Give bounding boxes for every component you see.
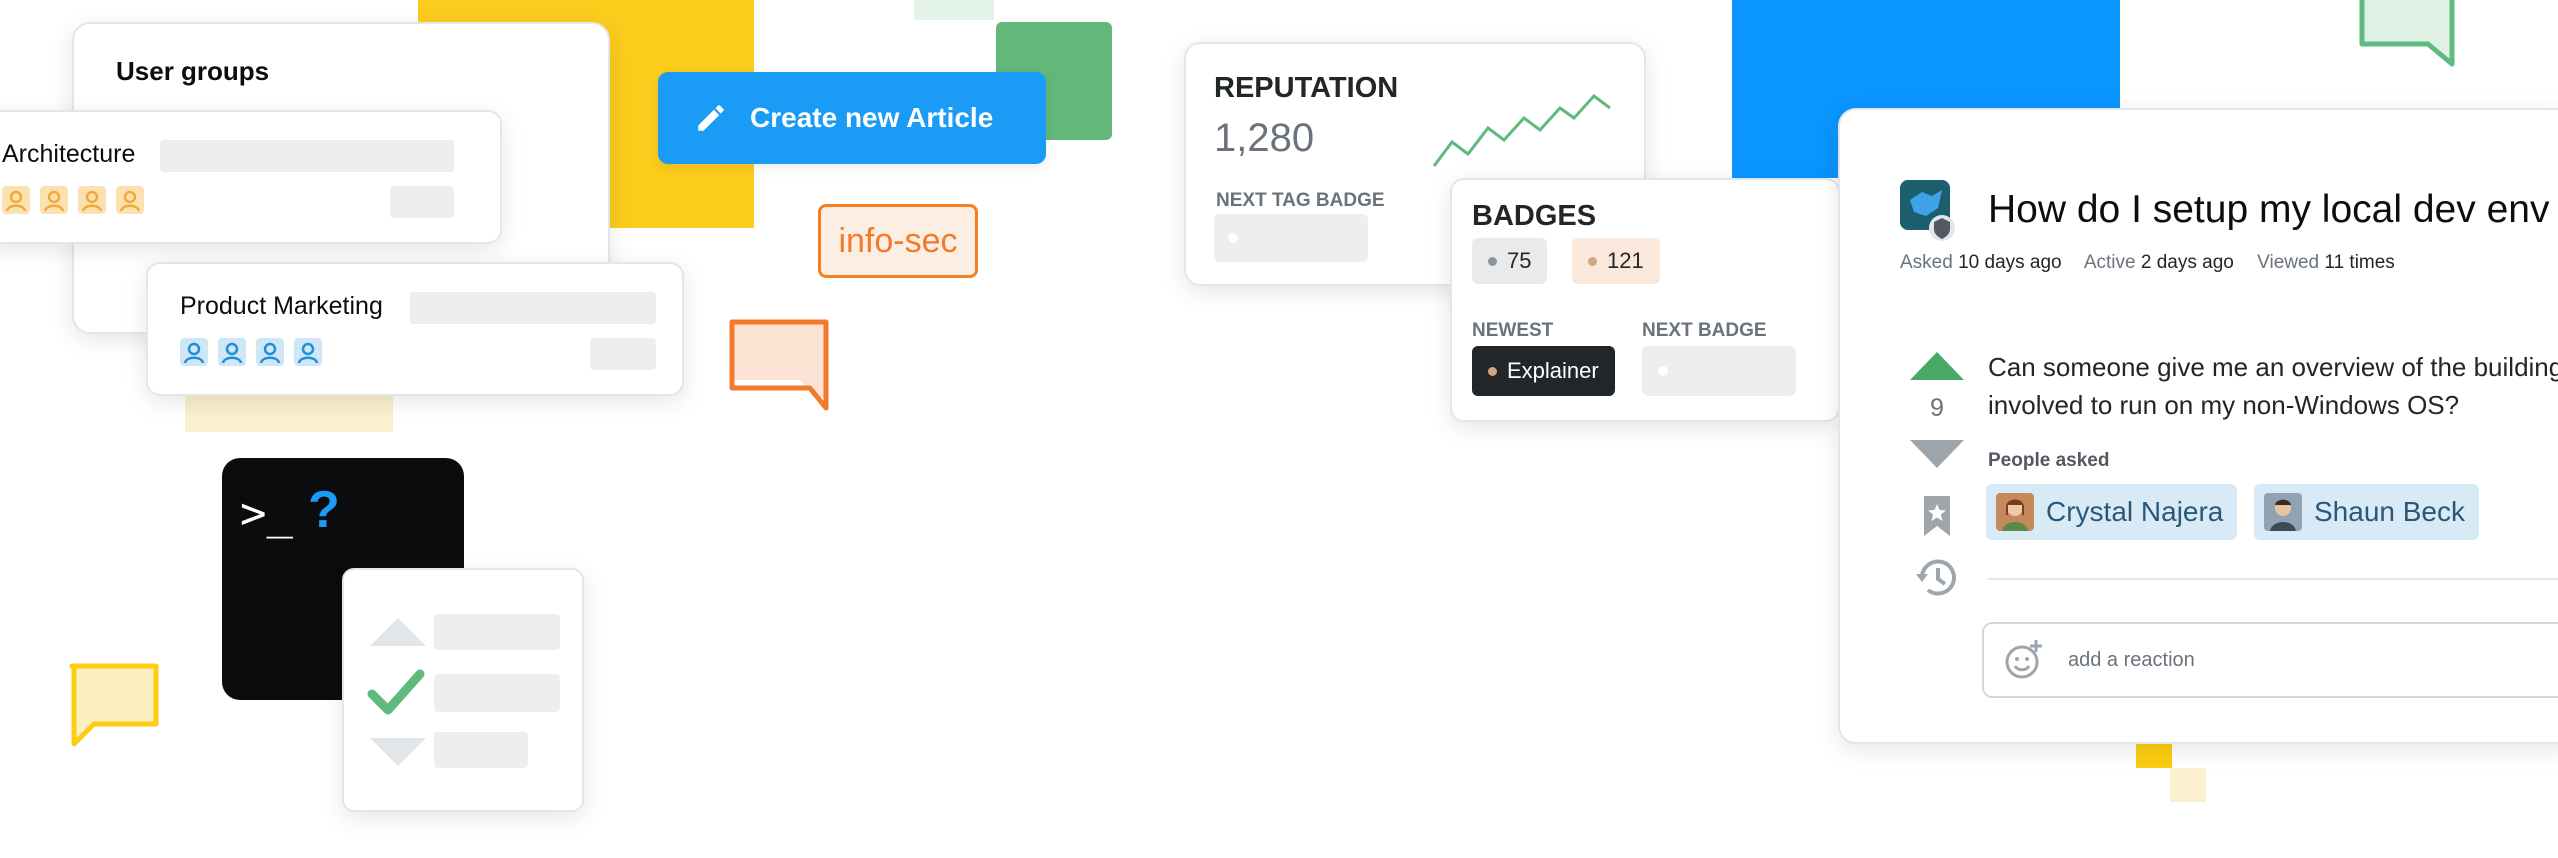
bronze-count: 121: [1607, 248, 1644, 273]
team-avatar-icon: [1900, 180, 1955, 241]
person-chip-shaun-beck[interactable]: Shaun Beck: [2254, 484, 2479, 540]
member-icon: [294, 338, 322, 366]
tag-info-sec[interactable]: info-sec: [818, 204, 978, 278]
asked-value: 10 days ago: [1958, 252, 2062, 273]
question-meta: Asked 10 days ago Active 2 days ago View…: [1900, 252, 2395, 274]
active-value: 2 days ago: [2140, 252, 2234, 273]
pale-yellow-bar-decoration: [185, 392, 393, 432]
group-row-product-marketing[interactable]: Product Marketing: [146, 262, 684, 396]
member-icon: [218, 338, 246, 366]
newest-label: NEWEST: [1472, 320, 1554, 341]
member-icon: [2, 186, 30, 214]
next-badge-label: NEXT BADGE: [1642, 320, 1767, 341]
silver-count: 75: [1507, 248, 1532, 273]
group-description-placeholder: [160, 140, 454, 172]
user-groups-title: User groups: [116, 56, 270, 86]
upvote-arrow-icon: [370, 618, 426, 646]
person-name: Shaun Beck: [2314, 496, 2465, 527]
add-reaction-icon: [2005, 640, 2042, 679]
member-icon: [180, 338, 208, 366]
person-chip-crystal-najera[interactable]: Crystal Najera: [1986, 484, 2238, 540]
upvote-icon[interactable]: [1908, 350, 1966, 382]
vote-count: 9: [1930, 394, 1944, 422]
placeholder-dot: [1658, 366, 1668, 376]
question-title[interactable]: How do I setup my local dev env: [1988, 188, 2549, 232]
create-article-label: Create new Article: [750, 102, 994, 133]
group-members: [2, 186, 154, 214]
yellow-square-small-decoration: [2136, 742, 2172, 768]
reputation-value: 1,280: [1214, 116, 1315, 160]
pale-yellow-square-decoration: [2170, 768, 2206, 802]
bookmark-icon[interactable]: [1920, 494, 1954, 538]
silver-badge-count[interactable]: 75: [1472, 238, 1548, 284]
checklist-line-placeholder: [434, 614, 560, 650]
badges-title: BADGES: [1472, 200, 1597, 232]
people-asked-label: People asked: [1988, 450, 2110, 471]
question-body-line-2: involved to run on my non-Windows OS?: [1988, 390, 2460, 420]
group-count-placeholder: [390, 186, 454, 218]
checklist-line-placeholder: [434, 674, 560, 712]
newest-badge-explainer[interactable]: Explainer: [1472, 346, 1615, 396]
active-label: Active: [2083, 252, 2136, 273]
checkmark-icon: [367, 669, 425, 715]
orange-chat-bubble-icon: [729, 319, 829, 411]
bronze-badge-count[interactable]: 121: [1572, 238, 1660, 284]
group-name: Architecture: [2, 140, 136, 168]
tag-label: info-sec: [838, 221, 958, 260]
group-count-placeholder: [590, 338, 656, 370]
asked-label: Asked: [1900, 252, 1953, 273]
yellow-chat-bubble-icon: [69, 663, 159, 747]
group-row-architecture[interactable]: Architecture: [0, 110, 502, 244]
checklist-line-placeholder: [434, 732, 528, 768]
silver-dot: [1488, 256, 1497, 266]
member-icon: [256, 338, 284, 366]
placeholder-dot: [1228, 233, 1238, 243]
reaction-placeholder: add a reaction: [2068, 648, 2195, 671]
question-body-line-1: Can someone give me an overview of the b…: [1988, 352, 2558, 382]
badges-card: BADGES 75 121 NEWEST NEXT BADGE Explaine…: [1450, 178, 1840, 422]
history-icon[interactable]: [1912, 554, 1960, 602]
voting-checklist-card: [342, 568, 584, 812]
divider: [1988, 578, 2558, 580]
terminal-prompt: >_: [240, 488, 293, 539]
newest-badge-name: Explainer: [1507, 358, 1599, 383]
member-icon: [116, 186, 144, 214]
pencil-icon: [698, 105, 724, 131]
group-name: Product Marketing: [180, 292, 383, 320]
terminal-question-mark: ?: [308, 481, 340, 539]
downvote-arrow-icon: [370, 738, 426, 766]
reputation-title: REPUTATION: [1214, 72, 1399, 104]
person-name: Crystal Najera: [2046, 496, 2224, 527]
green-chat-bubble-icon: [2359, 0, 2455, 67]
reaction-input[interactable]: add a reaction: [1982, 622, 2558, 698]
question-card: How do I setup my local dev env Asked 10…: [1838, 108, 2558, 744]
group-description-placeholder: [410, 292, 656, 324]
viewed-value: 11 times: [2324, 252, 2395, 273]
create-article-button[interactable]: Create new Article: [658, 72, 1046, 164]
downvote-icon[interactable]: [1908, 438, 1966, 470]
member-icon: [78, 186, 106, 214]
viewed-label: Viewed: [2257, 252, 2320, 273]
light-green-bar-decoration: [914, 0, 994, 20]
group-members: [180, 338, 332, 366]
bronze-dot: [1588, 256, 1597, 266]
member-icon: [40, 186, 68, 214]
reputation-sparkline: [1432, 93, 1611, 167]
avatar: [1996, 493, 2034, 531]
bronze-dot: [1488, 366, 1497, 376]
next-tag-badge-label: NEXT TAG BADGE: [1216, 190, 1385, 211]
avatar: [2264, 493, 2302, 531]
